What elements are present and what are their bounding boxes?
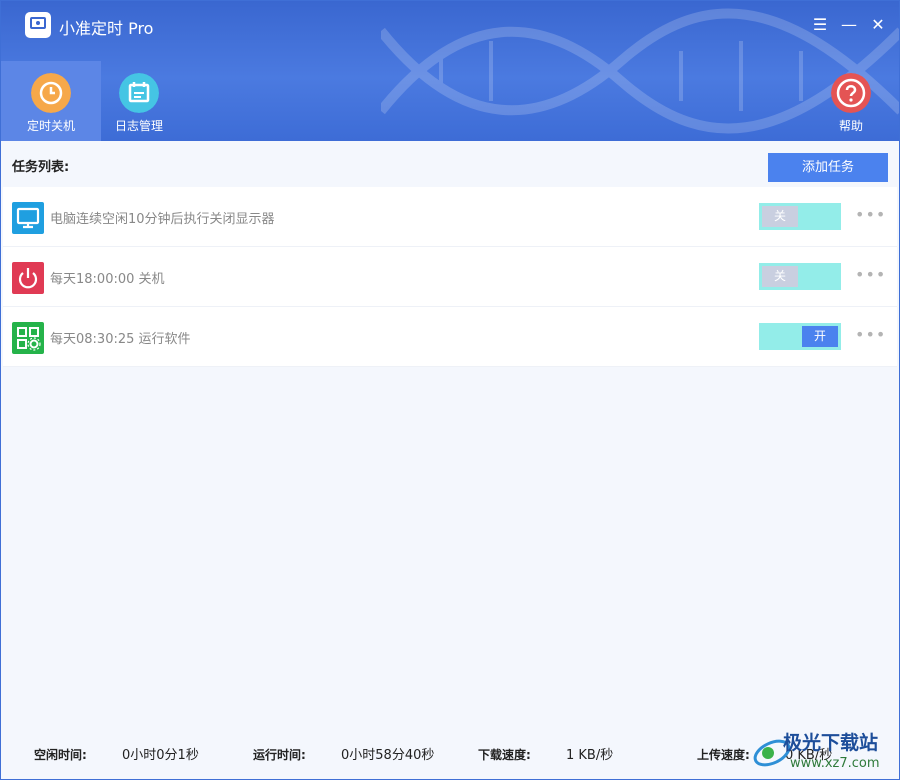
- monitor-icon: [12, 202, 44, 234]
- toggle-state: 关: [762, 206, 798, 227]
- task-row[interactable]: 电脑连续空闲10分钟后执行关闭显示器 关 •••: [3, 187, 897, 247]
- upload-speed-label: 上传速度:: [697, 748, 750, 762]
- task-list-header: 任务列表: 添加任务: [1, 141, 899, 187]
- app-logo-icon: [25, 12, 51, 38]
- window-title: 小准定时 Pro: [59, 19, 154, 38]
- power-icon: [12, 262, 44, 294]
- run-time-value: 0小时58分40秒: [341, 748, 435, 763]
- task-description: 每天18:00:00 关机: [50, 272, 165, 287]
- download-speed-value: 1 KB/秒: [566, 748, 614, 763]
- toggle-state: 关: [762, 266, 798, 287]
- close-button[interactable]: ✕: [868, 15, 888, 35]
- task-row[interactable]: 每天18:00:00 关机 关 •••: [3, 247, 897, 307]
- task-toggle[interactable]: 关: [759, 203, 841, 230]
- task-description: 电脑连续空闲10分钟后执行关闭显示器: [50, 212, 275, 227]
- minimize-button[interactable]: —: [839, 15, 859, 35]
- more-options-icon[interactable]: •••: [855, 205, 886, 224]
- title-bar: 小准定时 Pro ☰ — ✕: [1, 1, 899, 51]
- app-grid-icon: [12, 322, 44, 354]
- help-label: 帮助: [838, 119, 863, 133]
- clock-icon: [31, 73, 71, 113]
- help-icon: [831, 73, 871, 113]
- app-window: 小准定时 Pro ☰ — ✕ 定时关机 日志管理 帮助 任务列表: 添加任务 电…: [0, 0, 900, 780]
- tab-log-management-label: 日志管理: [114, 119, 163, 133]
- run-time-label: 运行时间:: [253, 748, 306, 762]
- watermark-text: 极光下载站: [783, 732, 879, 754]
- more-options-icon[interactable]: •••: [855, 325, 886, 344]
- header: 小准定时 Pro ☰ — ✕ 定时关机 日志管理 帮助: [1, 1, 899, 141]
- toggle-state: 开: [802, 326, 838, 347]
- tab-log-management[interactable]: 日志管理: [89, 61, 189, 141]
- task-toggle[interactable]: 开: [759, 323, 841, 350]
- download-speed-label: 下载速度:: [478, 748, 531, 762]
- calendar-icon: [119, 73, 159, 113]
- tab-timed-shutdown[interactable]: 定时关机: [1, 61, 101, 141]
- task-list-title: 任务列表:: [12, 160, 70, 175]
- watermark-url: www.xz7.com: [790, 756, 880, 771]
- idle-time-label: 空闲时间:: [34, 748, 87, 762]
- help-button[interactable]: 帮助: [801, 61, 899, 141]
- more-options-icon[interactable]: •••: [855, 265, 886, 284]
- add-task-button[interactable]: 添加任务: [768, 153, 888, 182]
- idle-time-value: 0小时0分1秒: [122, 748, 199, 763]
- task-description: 每天08:30:25 运行软件: [50, 332, 191, 347]
- menu-icon[interactable]: ☰: [810, 15, 830, 35]
- tab-timed-shutdown-label: 定时关机: [26, 119, 75, 133]
- task-row[interactable]: 每天08:30:25 运行软件 开 •••: [3, 307, 897, 367]
- task-toggle[interactable]: 关: [759, 263, 841, 290]
